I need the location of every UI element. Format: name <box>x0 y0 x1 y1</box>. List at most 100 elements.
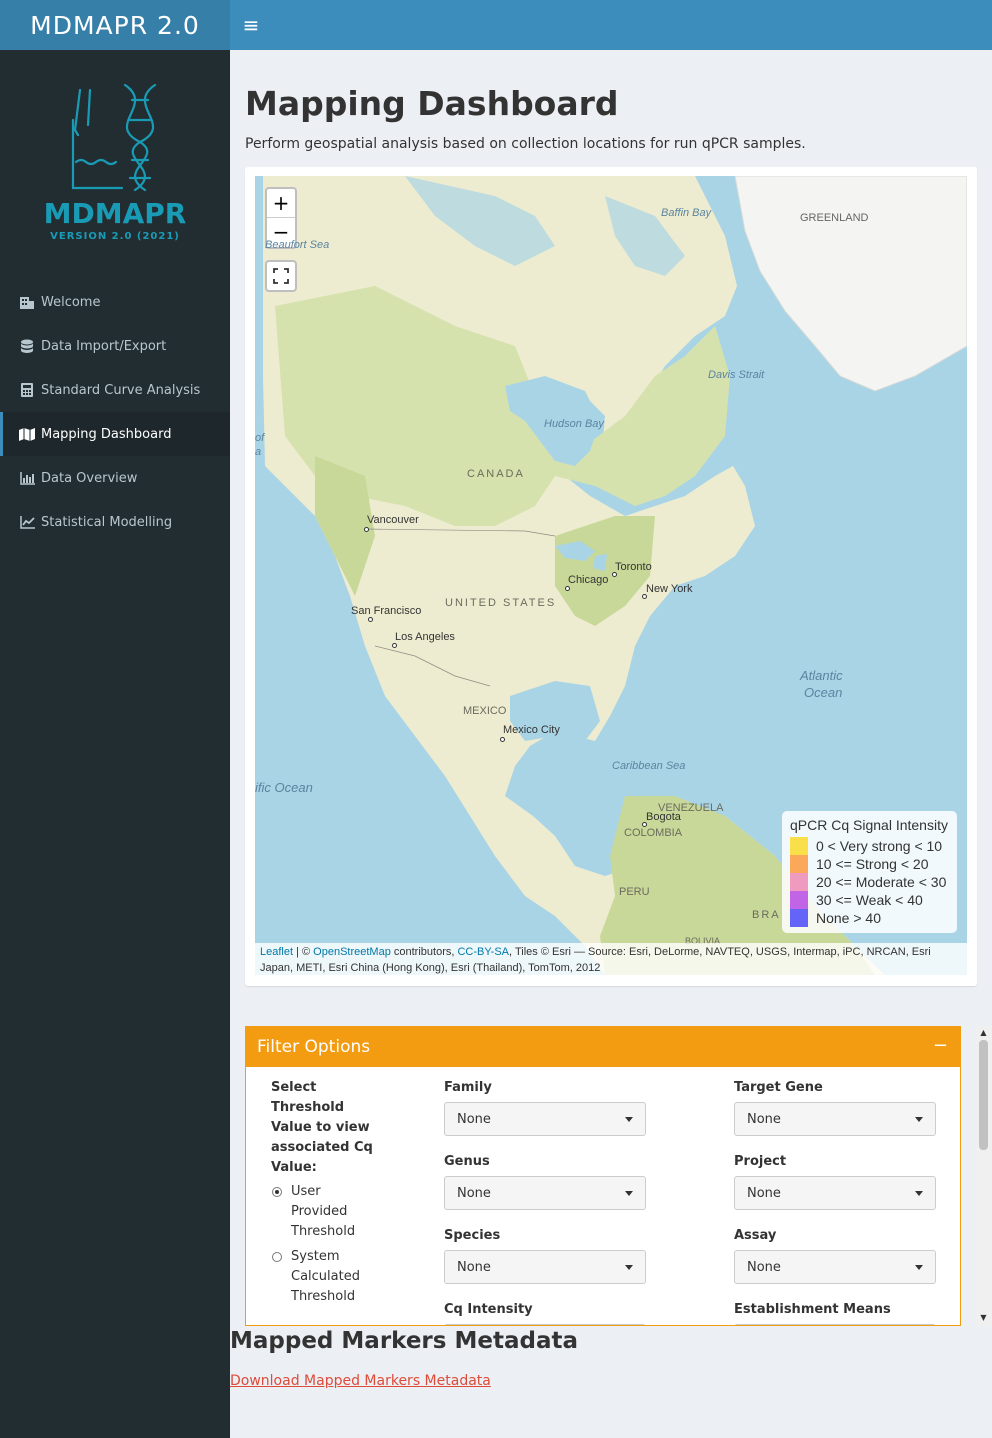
map-label: Mexico City <box>503 724 560 736</box>
fullscreen-icon <box>273 268 289 284</box>
sidebar-item-label: Statistical Modelling <box>41 514 173 530</box>
map-label: BRA <box>752 909 781 921</box>
scroll-down-icon[interactable]: ▼ <box>979 1313 988 1322</box>
map-label: Caribbean Sea <box>612 760 686 772</box>
map-label: Vancouver <box>367 514 419 526</box>
select-value: None <box>747 1259 781 1275</box>
caret-down-icon <box>625 1265 633 1270</box>
map-legend: qPCR Cq Signal Intensity 0 < Very strong… <box>782 811 957 933</box>
legend-label: 30 <= Weak < 40 <box>816 892 923 908</box>
filter-options-box: Filter Options − Select Threshold Value … <box>245 1026 961 1326</box>
legend-swatch <box>790 891 808 909</box>
collapse-button[interactable]: − <box>933 1035 948 1056</box>
family-label: Family <box>444 1080 492 1095</box>
map-label: GREENLAND <box>800 212 869 224</box>
brand-logo: MDMAPR VERSION 2.0 (2021) <box>0 80 230 242</box>
line-chart-icon <box>18 515 36 529</box>
select-value: None <box>457 1259 491 1275</box>
map-label: Bogota <box>646 811 681 823</box>
metadata-title: Mapped Markers Metadata <box>230 1328 578 1354</box>
project-label: Project <box>734 1154 787 1169</box>
openstreetmap-link[interactable]: OpenStreetMap <box>313 946 391 958</box>
fullscreen-button[interactable] <box>265 260 297 292</box>
zoom-in-button[interactable]: + <box>267 189 295 218</box>
sidebar-item-statistical-modelling[interactable]: Statistical Modelling <box>0 500 230 544</box>
building-icon <box>18 295 36 309</box>
map-label: Atlantic <box>800 668 843 683</box>
legend-swatch <box>790 909 808 927</box>
map-label: MEXICO <box>463 705 507 717</box>
map-label: ific Ocean <box>255 780 313 795</box>
filter-title: Filter Options <box>257 1037 371 1057</box>
radio-system-threshold[interactable] <box>272 1252 282 1262</box>
sidebar-item-welcome[interactable]: Welcome <box>0 280 230 324</box>
map-label: Baffin Bay <box>661 207 712 219</box>
caret-down-icon <box>915 1191 923 1196</box>
map-label: UNITED STATES <box>445 597 557 609</box>
download-metadata-link[interactable]: Download Mapped Markers Metadata <box>230 1373 491 1389</box>
map-label: Hudson Bay <box>544 418 604 430</box>
species-label: Species <box>444 1228 501 1243</box>
genus-label: Genus <box>444 1154 490 1169</box>
species-select[interactable]: None <box>444 1250 646 1284</box>
genus-select[interactable]: None <box>444 1176 646 1210</box>
radio-label: System Calculated Threshold <box>291 1249 360 1304</box>
sidebar-item-label: Data Import/Export <box>41 338 167 354</box>
sidebar-item-label: Welcome <box>41 294 101 310</box>
attribution-text: contributors, <box>390 946 458 958</box>
map-label: Ocean <box>804 685 843 700</box>
legend-item: 20 <= Moderate < 30 <box>790 873 949 891</box>
sidebar-item-label: Mapping Dashboard <box>41 426 172 442</box>
sidebar-item-data-overview[interactable]: Data Overview <box>0 456 230 500</box>
city-marker <box>364 527 369 532</box>
scroll-up-icon[interactable]: ▲ <box>979 1028 988 1037</box>
target-gene-select[interactable]: None <box>734 1102 936 1136</box>
filter-header: Filter Options − <box>246 1027 960 1067</box>
legend-label: 10 <= Strong < 20 <box>816 856 929 872</box>
brand-version: VERSION 2.0 (2021) <box>50 231 180 242</box>
sidebar-item-data-import-export[interactable]: Data Import/Export <box>0 324 230 368</box>
sidebar-item-label: Standard Curve Analysis <box>41 382 201 398</box>
scrollbar[interactable]: ▲ ▼ <box>976 1026 991 1326</box>
sidebar-toggle-button[interactable]: ≡ <box>236 10 266 40</box>
leaflet-link[interactable]: Leaflet <box>260 946 293 958</box>
map-label: New York <box>646 583 693 595</box>
city-marker <box>500 737 505 742</box>
page-subtitle: Perform geospatial analysis based on col… <box>245 136 806 152</box>
city-marker <box>565 586 570 591</box>
legend-label: 20 <= Moderate < 30 <box>816 874 947 890</box>
legend-item: 10 <= Strong < 20 <box>790 855 949 873</box>
calculator-icon <box>18 383 36 397</box>
top-navbar: MDMAPR 2.0 ≡ <box>0 0 992 50</box>
map-box: + − Baffin Bay GREENLAND Beaufort Sea Da… <box>245 167 977 986</box>
cq-intensity-label: Cq Intensity <box>444 1302 533 1317</box>
project-select[interactable]: None <box>734 1176 936 1210</box>
caret-down-icon <box>625 1117 633 1122</box>
establishment-means-select[interactable] <box>734 1324 936 1325</box>
family-select[interactable]: None <box>444 1102 646 1136</box>
assay-select[interactable]: None <box>734 1250 936 1284</box>
leaflet-map[interactable]: + − Baffin Bay GREENLAND Beaufort Sea Da… <box>255 176 967 975</box>
legend-swatch <box>790 837 808 855</box>
map-label: of <box>255 432 265 444</box>
sidebar-item-mapping-dashboard[interactable]: Mapping Dashboard <box>0 412 230 456</box>
sidebar-item-standard-curve-analysis[interactable]: Standard Curve Analysis <box>0 368 230 412</box>
radio-user-threshold[interactable] <box>272 1187 282 1197</box>
target-gene-label: Target Gene <box>734 1080 823 1095</box>
cc-by-sa-link[interactable]: CC-BY-SA <box>457 946 509 958</box>
select-value: None <box>457 1111 491 1127</box>
app-title: MDMAPR 2.0 <box>0 0 230 50</box>
legend-item: 0 < Very strong < 10 <box>790 837 949 855</box>
legend-label: 0 < Very strong < 10 <box>816 838 943 854</box>
map-label: Toronto <box>615 561 652 573</box>
select-value: None <box>747 1185 781 1201</box>
scrollbar-thumb[interactable] <box>979 1040 988 1150</box>
caret-down-icon <box>625 1191 633 1196</box>
map-label: a <box>255 446 262 458</box>
select-value: None <box>747 1111 781 1127</box>
select-value: None <box>457 1185 491 1201</box>
map-label: CANADA <box>467 468 525 480</box>
city-marker <box>392 643 397 648</box>
cq-intensity-select[interactable] <box>444 1324 646 1325</box>
map-label: PERU <box>619 886 650 898</box>
